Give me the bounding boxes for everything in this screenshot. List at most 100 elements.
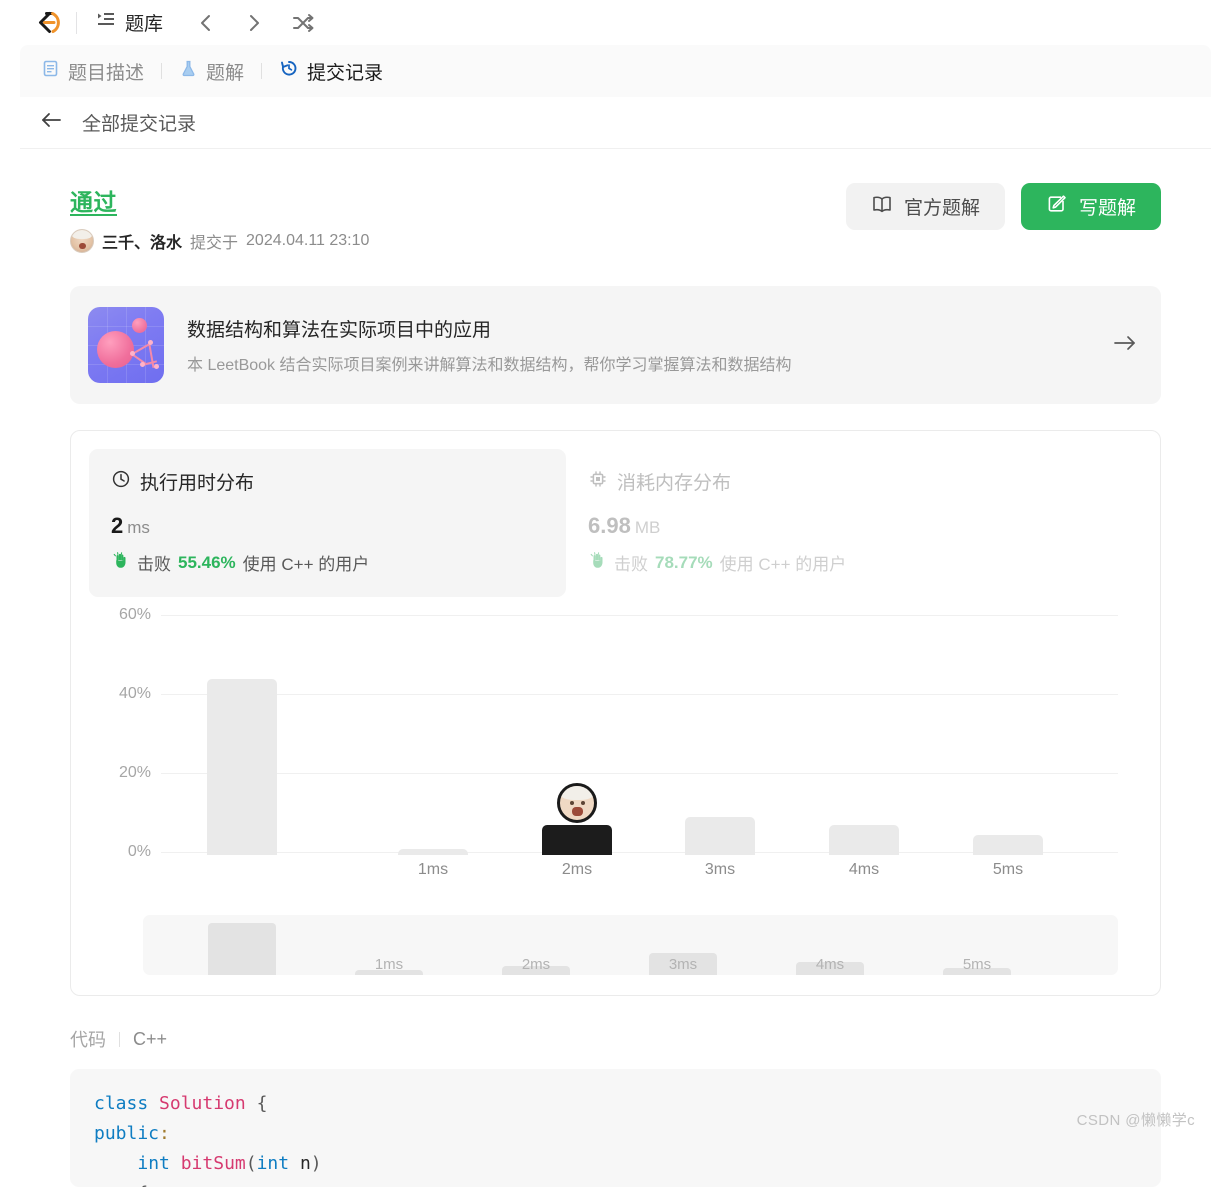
chart-plot-area: 1ms 2ms 3ms 4ms 5ms <box>161 615 1118 878</box>
bar-2ms-highlighted[interactable] <box>542 825 612 855</box>
content-tabbar: 题目描述 题解 提交记录 <box>20 45 1211 97</box>
x-tick-label-4ms: 4ms <box>848 861 880 878</box>
submitted-prefix: 提交于 <box>190 235 239 252</box>
submitted-timestamp: 2024.04.11 23:10 <box>246 232 370 249</box>
book-icon <box>871 194 893 220</box>
status-badge[interactable]: 通过 <box>70 183 369 217</box>
nav-arrow-group <box>195 12 315 34</box>
memory-beat-prefix: 击败 <box>614 555 648 574</box>
submission-detail-content: 通过 三千、洛水 提交于 2024.04.11 23:10 官方题解 写题解 数… <box>20 149 1211 1187</box>
tab-separator <box>261 63 263 79</box>
stat-tab-runtime[interactable]: 执行用时分布 2 ms 击败 55.46% 使用 C++ 的用户 <box>89 449 566 597</box>
leetcode-logo-icon[interactable] <box>24 8 70 38</box>
official-solution-label: 官方题解 <box>903 198 980 219</box>
tab-label: 提交记录 <box>307 62 384 84</box>
y-tick-label: 60% <box>118 606 151 623</box>
brush-label-5ms: 5ms <box>962 956 992 973</box>
chart-y-axis: 60% 40% 20% 0% <box>89 606 151 860</box>
code-block[interactable]: class Solution { public: int bitSum(int … <box>70 1069 1161 1187</box>
memory-value: 6.98 <box>588 513 631 538</box>
memory-stat-header: 消耗内存分布 <box>588 468 1021 495</box>
chevron-left-icon[interactable] <box>195 12 217 34</box>
edit-icon <box>1046 193 1068 220</box>
x-tick-label-1ms: 1ms <box>417 861 449 878</box>
memory-value-row: 6.98 MB <box>588 513 1021 539</box>
tab-problem-description[interactable]: 题目描述 <box>33 54 152 89</box>
runtime-beat-percent: 55.46% <box>178 552 236 572</box>
back-bar: 全部提交记录 <box>20 97 1211 149</box>
brush-label-4ms: 4ms <box>815 956 845 973</box>
gridline <box>161 615 1118 616</box>
gridline <box>161 773 1118 774</box>
code-content: class Solution { public: int bitSum(int … <box>94 1093 322 1187</box>
gridline <box>161 694 1118 695</box>
chart-brush-slider[interactable]: 1ms 2ms 3ms 4ms 5ms <box>143 915 1118 975</box>
memory-beat-row: 击败 78.77% 使用 C++ 的用户 <box>588 550 1021 575</box>
leetbook-promo-banner[interactable]: 数据结构和算法在实际项目中的应用 本 LeetBook 结合实际项目案例来讲解算… <box>70 286 1161 404</box>
runtime-stat-title: 执行用时分布 <box>140 473 255 494</box>
code-section-label: 代码 <box>70 1030 106 1050</box>
bar-0ms[interactable] <box>207 679 277 855</box>
tab-solutions[interactable]: 题解 <box>171 54 252 89</box>
user-avatar-marker[interactable] <box>557 783 597 823</box>
official-solution-button[interactable]: 官方题解 <box>845 183 1005 230</box>
x-tick-label-3ms: 3ms <box>704 861 736 878</box>
top-navigation-bar: 题库 <box>0 0 1227 45</box>
stat-tab-memory[interactable]: 消耗内存分布 6.98 MB 击败 78.77% 使用 C++ 的用户 <box>566 449 1043 597</box>
x-tick-label-2ms: 2ms <box>561 861 593 878</box>
runtime-beat-row: 击败 55.46% 使用 C++ 的用户 <box>111 550 544 575</box>
code-section-header: 代码 C++ <box>70 1026 1161 1052</box>
submitter-line: 三千、洛水 提交于 2024.04.11 23:10 <box>70 229 369 253</box>
leetbook-promo-text: 数据结构和算法在实际项目中的应用 本 LeetBook 结合实际项目案例来讲解算… <box>187 315 1111 375</box>
chevron-right-icon[interactable] <box>243 12 265 34</box>
submission-status-row: 通过 三千、洛水 提交于 2024.04.11 23:10 官方题解 写题解 <box>60 175 1171 253</box>
shuffle-icon[interactable] <box>291 12 315 34</box>
document-icon <box>41 59 60 84</box>
flask-icon <box>179 59 198 84</box>
history-icon <box>279 58 299 84</box>
hand-wave-icon <box>588 551 607 575</box>
problem-list-nav[interactable]: 题库 <box>91 7 167 38</box>
problem-list-label: 题库 <box>125 14 164 35</box>
leetbook-title: 数据结构和算法在实际项目中的应用 <box>187 320 492 341</box>
tab-label: 题解 <box>206 62 245 84</box>
tab-submissions[interactable]: 提交记录 <box>271 54 391 89</box>
leetbook-thumbnail-icon <box>88 307 164 383</box>
performance-stats-card: 执行用时分布 2 ms 击败 55.46% 使用 C++ 的用户 消耗内存分布 … <box>70 430 1161 996</box>
runtime-stat-header: 执行用时分布 <box>111 468 544 495</box>
csdn-watermark: CSDN @懒懒学c <box>1076 1112 1195 1129</box>
arrow-right-icon[interactable] <box>1111 332 1139 359</box>
tab-label: 题目描述 <box>68 62 145 84</box>
brush-label-1ms: 1ms <box>374 956 404 973</box>
brush-bar-0ms <box>208 923 276 975</box>
tab-separator <box>161 63 163 79</box>
runtime-beat-prefix: 击败 <box>137 555 171 574</box>
avatar[interactable] <box>70 229 94 253</box>
submitter-name[interactable]: 三千、洛水 <box>102 229 182 253</box>
submission-status-left: 通过 三千、洛水 提交于 2024.04.11 23:10 <box>70 183 369 253</box>
runtime-beat-suffix: 使用 C++ 的用户 <box>242 555 370 574</box>
y-tick-label: 40% <box>118 685 151 702</box>
bar-1ms[interactable] <box>398 849 468 855</box>
bar-3ms[interactable] <box>685 817 755 855</box>
y-tick-label: 20% <box>118 764 151 781</box>
code-language-label[interactable]: C++ <box>133 1029 167 1050</box>
nav-divider <box>76 11 77 34</box>
arrow-left-icon[interactable] <box>40 110 64 135</box>
main-panel: 题目描述 题解 提交记录 全部提交记录 通过 三千、洛水 提交于 2024.04… <box>20 45 1211 1187</box>
clock-icon <box>111 469 131 495</box>
write-solution-button[interactable]: 写题解 <box>1020 183 1161 230</box>
bar-5ms[interactable] <box>973 835 1043 855</box>
back-bar-label[interactable]: 全部提交记录 <box>82 109 196 136</box>
write-solution-label: 写题解 <box>1078 198 1136 219</box>
runtime-value-row: 2 ms <box>111 513 544 539</box>
y-tick-label: 0% <box>127 843 151 860</box>
bar-4ms[interactable] <box>829 825 899 855</box>
memory-stat-title: 消耗内存分布 <box>617 473 732 494</box>
leetbook-subtitle: 本 LeetBook 结合实际项目案例来讲解算法和数据结构，帮你学习掌握算法和数… <box>187 357 792 374</box>
memory-beat-suffix: 使用 C++ 的用户 <box>719 555 847 574</box>
submission-action-buttons: 官方题解 写题解 <box>845 183 1161 230</box>
hand-wave-icon <box>111 551 130 575</box>
list-icon <box>95 9 116 36</box>
runtime-distribution-chart: 60% 40% 20% 0% 1ms 2ms 3ms 4ms 5ms <box>89 605 1142 905</box>
